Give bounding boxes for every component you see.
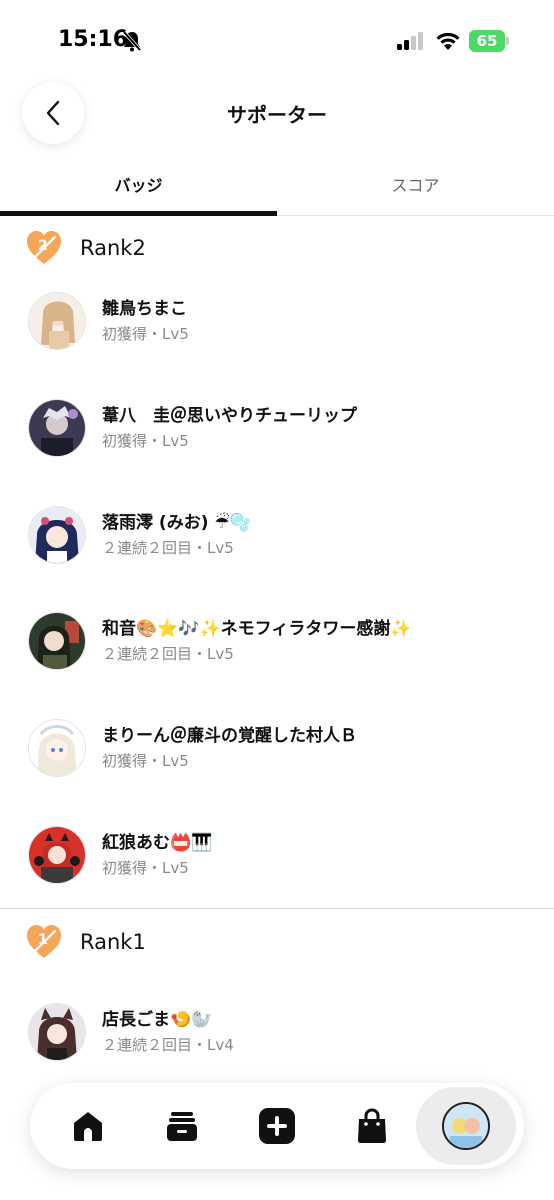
nav-shop[interactable]	[324, 1083, 420, 1169]
list-item[interactable]: 店長ごま🍤🦭 ２連続２回目・Lv4	[0, 991, 554, 1071]
nav-home[interactable]	[40, 1083, 136, 1169]
avatar	[28, 826, 86, 884]
avatar	[28, 612, 86, 670]
supporter-name: 落雨澪 (みお) ☔🫧	[102, 513, 251, 533]
section-header-rank1: 1 Rank1	[0, 922, 554, 962]
tab-badge[interactable]: バッジ	[0, 160, 277, 215]
avatar	[28, 1003, 86, 1061]
supporter-name: 店長ごま🍤🦭	[102, 1010, 213, 1030]
list-item[interactable]: 雛鳥ちまこ 初獲得・Lv5	[0, 280, 554, 360]
rank-heart-icon: 2	[27, 231, 61, 264]
nav-profile[interactable]	[416, 1087, 516, 1165]
section-divider	[0, 908, 554, 909]
list-item[interactable]: 和音🎨⭐🎶✨ネモフィラタワー感謝✨ ２連続２回目・Lv5	[0, 600, 554, 680]
avatar	[28, 506, 86, 564]
supporter-detail: ２連続２回目・Lv5	[102, 539, 234, 557]
wifi-icon	[436, 32, 460, 50]
supporter-detail: 初獲得・Lv5	[102, 432, 189, 450]
signal-icon	[397, 32, 423, 50]
supporter-detail: 初獲得・Lv5	[102, 859, 189, 877]
supporter-name: 葦八 圭＠思いやりチューリップ	[102, 406, 357, 426]
supporter-detail: ２連続２回目・Lv4	[102, 1036, 234, 1054]
plus-icon	[259, 1108, 295, 1144]
rank-number: 2	[38, 238, 48, 254]
battery-tip	[506, 37, 509, 45]
supporter-detail: 初獲得・Lv5	[102, 325, 189, 343]
supporter-detail: 初獲得・Lv5	[102, 752, 189, 770]
avatar	[28, 292, 86, 350]
shopping-bag-icon	[358, 1108, 386, 1143]
section-header-rank2: 2 Rank2	[0, 228, 554, 268]
status-bar: 15:16 65	[0, 0, 554, 80]
supporter-detail: ２連続２回目・Lv5	[102, 645, 234, 663]
nav-stack[interactable]	[134, 1083, 230, 1169]
avatar	[28, 399, 86, 457]
bottom-navigation	[30, 1083, 524, 1169]
avatar	[28, 719, 86, 777]
list-item[interactable]: 葦八 圭＠思いやりチューリップ 初獲得・Lv5	[0, 387, 554, 467]
rank-label: Rank1	[80, 930, 146, 954]
profile-avatar	[442, 1102, 490, 1150]
nav-add[interactable]	[229, 1083, 325, 1169]
rank-number: 1	[38, 932, 48, 948]
supporter-name: 紅狼あむ📛🎹	[102, 833, 213, 853]
list-item[interactable]: 落雨澪 (みお) ☔🫧 ２連続２回目・Lv5	[0, 494, 554, 574]
list-item[interactable]: まりーん＠廉斗の覚醒した村人Ｂ 初獲得・Lv5	[0, 707, 554, 787]
tab-score[interactable]: スコア	[277, 160, 554, 215]
stack-icon	[167, 1112, 197, 1141]
list-item[interactable]: 紅狼あむ📛🎹 初獲得・Lv5	[0, 814, 554, 894]
active-tab-indicator	[0, 211, 277, 216]
page-title: サポーター	[227, 103, 327, 127]
supporter-name: 雛鳥ちまこ	[102, 299, 187, 319]
bell-muted-icon	[122, 30, 142, 52]
supporter-name: まりーん＠廉斗の覚醒した村人Ｂ	[102, 726, 357, 746]
rank-label: Rank2	[80, 236, 146, 260]
home-icon	[74, 1112, 102, 1141]
rank-heart-icon: 1	[27, 925, 61, 958]
supporter-name: 和音🎨⭐🎶✨ネモフィラタワー感謝✨	[102, 619, 412, 639]
tab-bar: バッジ スコア	[0, 160, 554, 216]
battery-indicator: 65	[469, 30, 505, 52]
status-time: 15:16	[58, 27, 129, 52]
